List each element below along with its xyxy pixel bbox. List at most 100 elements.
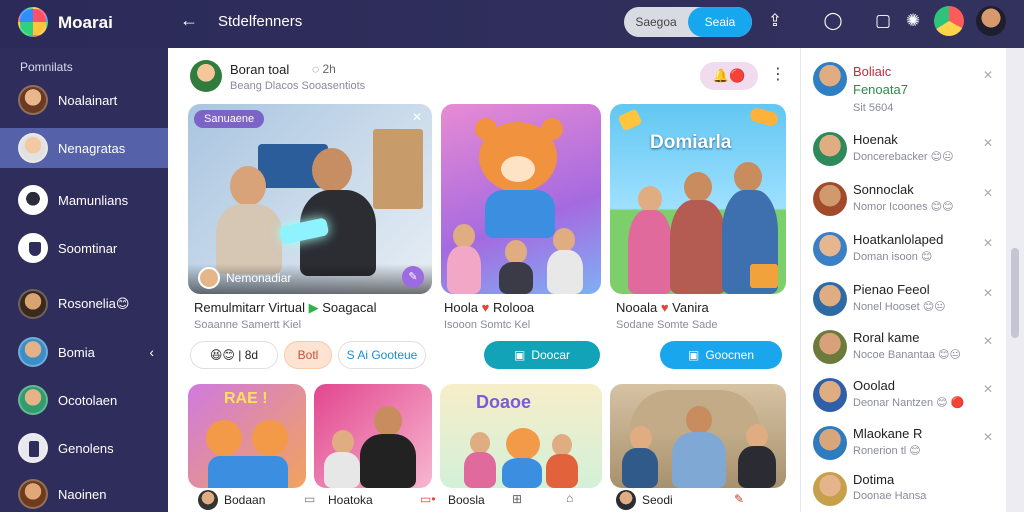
more-options-icon[interactable]: ⋮ — [770, 64, 786, 84]
contact-item[interactable]: Hoatkanlolaped Doman isoon 😊 ✕ — [813, 228, 1003, 272]
scrollbar-thumb[interactable] — [1011, 248, 1019, 338]
card-title-extra: Rolooa — [492, 300, 535, 315]
video-card-2[interactable] — [441, 104, 601, 294]
user-avatar[interactable] — [976, 6, 1006, 36]
page-title: Stdelfenners — [218, 13, 303, 30]
contact-item[interactable]: Ooolad Deonar Nantzen 😊 🔴 ✕ — [813, 374, 1003, 418]
contact-sub: Deonar Nantzen 😊 🔴 — [853, 397, 965, 409]
reaction-chip[interactable]: 😆😊 | 8d — [190, 341, 278, 369]
avatar — [18, 185, 48, 215]
post-subline: Beang Dlacos Sooasentiots — [230, 80, 366, 92]
contact-sub: Ronerion tl 😊 — [853, 445, 921, 457]
play-icon: ▶ — [308, 300, 323, 315]
confetti-shape — [617, 108, 643, 132]
video-card-4[interactable]: RAE ! — [188, 384, 306, 488]
sidebar-item-label: Noalainart — [58, 92, 118, 108]
close-icon[interactable]: ✕ — [983, 382, 993, 396]
avatar — [813, 132, 847, 166]
back-arrow-icon[interactable]: ← — [180, 10, 198, 31]
app-logo-icon[interactable] — [18, 7, 48, 37]
card-title-text: Remulmitarr Virtual — [194, 300, 306, 315]
video-card-7[interactable] — [610, 384, 786, 488]
sidebar-item-label: Bomia — [58, 344, 95, 360]
contact-name: Hoenak — [853, 132, 898, 147]
comment-icon[interactable]: ◌ — [312, 62, 322, 76]
person-head — [686, 406, 712, 434]
primary-button-2[interactable]: ▣ Goocnen — [660, 341, 782, 369]
pen-icon[interactable]: ✎ — [734, 492, 744, 506]
close-icon[interactable]: ✕ — [983, 68, 993, 82]
confetti-shape — [748, 106, 780, 128]
sidebar-item-6[interactable]: Bomia ‹ — [0, 332, 168, 372]
window-icon[interactable]: ▢ — [872, 10, 894, 32]
notification-pill[interactable]: 🔔🔴 — [700, 62, 758, 90]
avatar — [18, 85, 48, 115]
avatar[interactable] — [190, 60, 222, 92]
contact-item[interactable]: Pienao Feeol Nonel Hooset 😊😐 ✕ — [813, 278, 1003, 322]
edit-icon[interactable]: ✎ — [402, 266, 424, 288]
chat-icon[interactable]: ◯ — [822, 10, 844, 32]
segment-option-2[interactable]: Seaia — [688, 7, 752, 37]
person-head — [746, 424, 768, 448]
contact-item[interactable]: Roral kame Nocoe Banantaa 😊😐 ✕ — [813, 326, 1003, 370]
person-body — [628, 210, 672, 294]
sidebar-item-label: Nenagratas — [58, 140, 126, 156]
contact-featured[interactable]: Boliaic Fenoata7 Sit 5604 ✕ — [813, 60, 1003, 120]
scrollbar[interactable] — [1006, 48, 1024, 512]
colors-icon[interactable] — [934, 6, 964, 36]
contact-item[interactable]: Mlaokane R Ronerion tl 😊 ✕ — [813, 422, 1003, 466]
sidebar-item-4[interactable]: Soomtinar — [0, 228, 168, 268]
sidebar-item-1[interactable]: Noalainart — [0, 80, 168, 120]
close-icon[interactable]: ✕ — [412, 110, 422, 124]
segment-option-1[interactable]: Saegoa — [624, 7, 688, 37]
sidebar-item-9[interactable]: Naoinen — [0, 474, 168, 512]
card-title: Remulmitarr Virtual ▶ Soagacal — [194, 300, 376, 316]
contact-item[interactable]: Dotima Doonae Hansa — [813, 468, 1003, 512]
video-card-1[interactable]: Sanuaene ✕ Nemonadiar ✎ — [188, 104, 432, 294]
video-card-5[interactable] — [314, 384, 432, 488]
bear-ear — [541, 118, 563, 140]
video-card-6[interactable]: Doaoe — [440, 384, 602, 488]
cartoon-body — [208, 456, 288, 488]
card-title: Nooala ♥ Vanira — [616, 300, 709, 315]
sidebar-item-5[interactable]: Rosonelia😊 — [0, 284, 168, 324]
sidebar-item-label: Genolens — [58, 440, 114, 456]
send-icon[interactable]: ⌂ — [566, 491, 573, 505]
close-icon[interactable]: ✕ — [983, 334, 993, 348]
contact-item[interactable]: Hoenak Doncerebacker 😊😐 ✕ — [813, 128, 1003, 172]
close-icon[interactable]: ✕ — [983, 286, 993, 300]
sidebar-item-3[interactable]: Mamunlians — [0, 180, 168, 220]
sidebar-item-label: Mamunlians — [58, 192, 129, 208]
sidebar-item-7[interactable]: Ocotolaen — [0, 380, 168, 420]
chevron-left-icon[interactable]: ‹ — [149, 344, 154, 360]
avatar — [813, 378, 847, 412]
close-icon[interactable]: ✕ — [983, 236, 993, 250]
close-icon[interactable]: ✕ — [983, 186, 993, 200]
message-icon[interactable]: ▭• — [420, 492, 436, 506]
bear-ear — [475, 118, 497, 140]
add-icon[interactable]: ⊞ — [512, 492, 522, 506]
child-body — [547, 250, 583, 294]
avatar — [813, 182, 847, 216]
child-body — [447, 246, 481, 294]
upload-icon[interactable]: ⇪ — [764, 10, 786, 32]
share-chip[interactable]: S Ai Gooteue — [338, 341, 426, 369]
person-body — [672, 432, 726, 488]
contact-name: Hoatkanlolaped — [853, 232, 944, 247]
chat-icon[interactable]: ▭ — [304, 492, 315, 506]
avatar[interactable] — [198, 490, 218, 510]
primary-button-1[interactable]: ▣ Doocar — [484, 341, 600, 369]
contact-sub: Doman isoon 😊 — [853, 251, 933, 263]
close-icon[interactable]: ✕ — [983, 136, 993, 150]
post-author[interactable]: Boran toal — [230, 62, 289, 77]
settings-icon[interactable]: ✺ — [902, 10, 924, 32]
card-banner: Domiarla — [650, 132, 732, 153]
close-icon[interactable]: ✕ — [983, 430, 993, 444]
sidebar-item-2[interactable]: Nenagratas — [0, 128, 168, 168]
avatar[interactable] — [616, 490, 636, 510]
video-card-3[interactable]: Domiarla — [610, 104, 786, 294]
bear-snout — [501, 156, 535, 182]
contact-item[interactable]: Sonnoclak Nomor Icoones 😊😊 ✕ — [813, 178, 1003, 222]
bolt-chip[interactable]: Botl — [284, 341, 332, 369]
sidebar-item-8[interactable]: Genolens — [0, 428, 168, 468]
